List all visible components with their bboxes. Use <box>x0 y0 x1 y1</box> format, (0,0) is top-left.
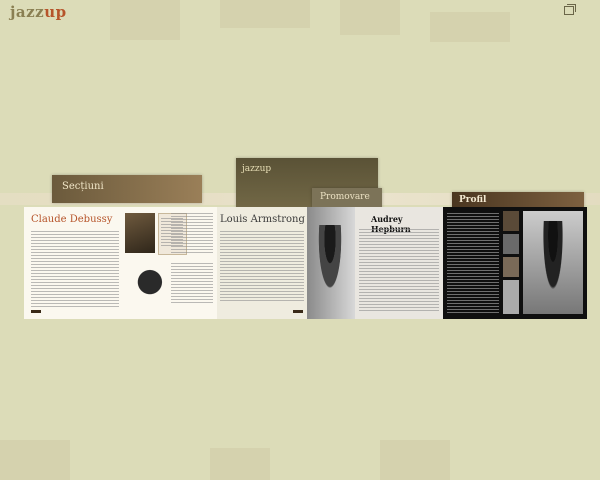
logo-text-jazz: jazz <box>10 3 45 21</box>
gallery-thumb-2[interactable] <box>503 234 519 254</box>
article-text-debussy-col1 <box>31 231 119 309</box>
profile-text <box>447 213 499 313</box>
gallery-thumb-4[interactable] <box>503 280 519 314</box>
card-jazzup-title: jazzup <box>242 164 272 174</box>
page-profil[interactable] <box>443 207 587 319</box>
card-promovare-title: Promovare <box>320 192 370 202</box>
page-debussy[interactable]: Claude Debussy <box>24 207 217 319</box>
page-title-debussy: Claude Debussy <box>31 214 113 225</box>
portrait-photo-debussy <box>125 213 155 253</box>
background-tile-2 <box>220 0 310 28</box>
background-tile-5 <box>0 440 70 480</box>
article-text-armstrong <box>220 231 304 301</box>
restore-window-icon[interactable] <box>564 4 576 15</box>
logo-text-up: up <box>44 3 67 21</box>
trumpet-photo <box>129 265 167 303</box>
gallery-thumb-3[interactable] <box>503 257 519 277</box>
article-text-hepburn <box>359 229 439 313</box>
page-footer-mark <box>293 310 303 313</box>
background-tile-4 <box>430 12 510 42</box>
card-profil-title: Profil <box>459 195 487 205</box>
page-armstrong[interactable]: Louis Armstrong <box>217 207 307 319</box>
app-logo[interactable]: jazzup <box>10 3 67 21</box>
page-title-armstrong: Louis Armstrong <box>220 214 305 225</box>
article-text-debussy-col3 <box>171 263 213 303</box>
background-tile-3 <box>340 0 400 35</box>
card-sectiuni[interactable]: Secțiuni <box>52 175 202 203</box>
background-tile-1 <box>110 0 180 40</box>
hepburn-photo-main <box>307 207 355 319</box>
background-tile-6 <box>210 448 270 480</box>
gallery-thumb-1[interactable] <box>503 211 519 231</box>
card-promovare[interactable]: Promovare <box>312 188 382 208</box>
article-text-debussy-col2 <box>171 213 213 253</box>
profile-portrait-photo <box>523 211 583 314</box>
card-sectiuni-title: Secțiuni <box>62 181 104 192</box>
page-footer-mark <box>31 310 41 313</box>
page-hepburn[interactable]: Audrey Hepburn <box>307 207 443 319</box>
background-tile-7 <box>380 440 450 480</box>
